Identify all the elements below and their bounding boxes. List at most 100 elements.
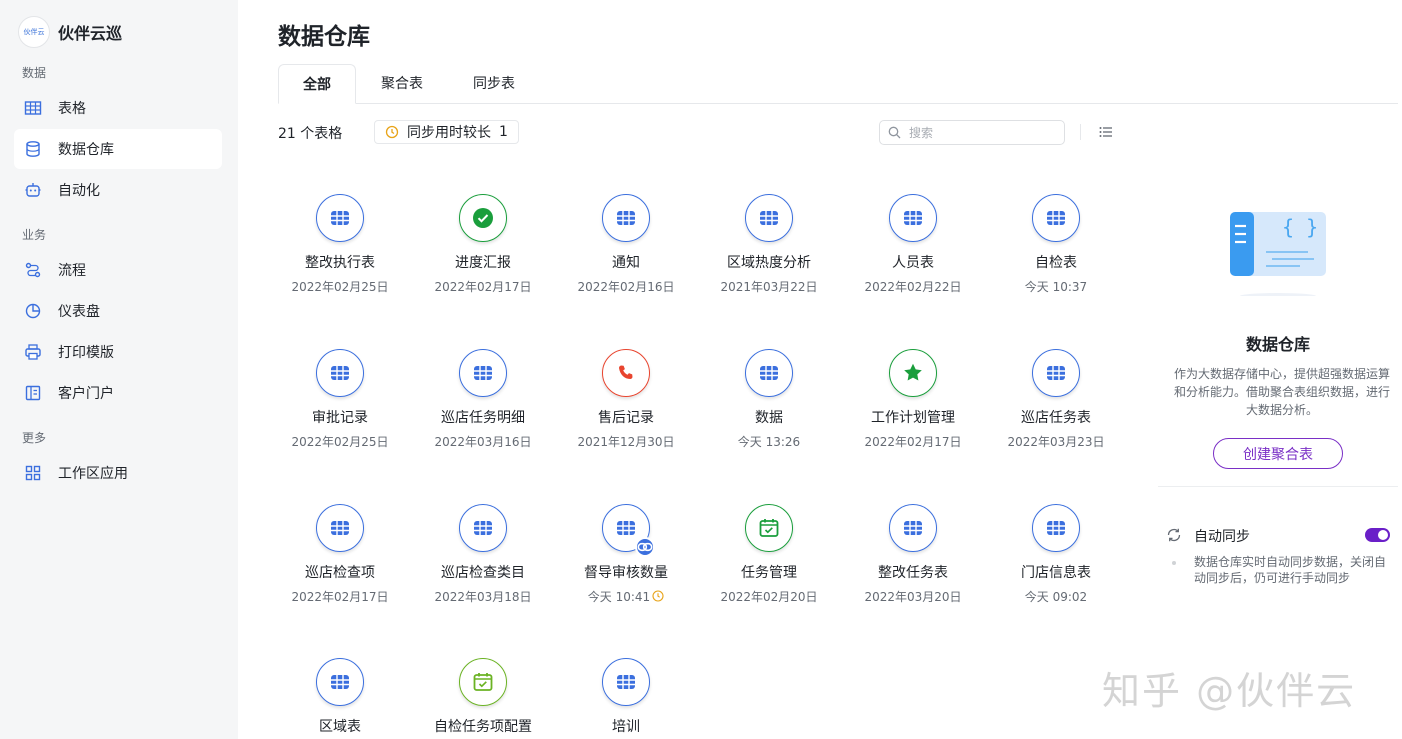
- logo-text: 伙伴云: [23, 28, 45, 36]
- table-icon-circle: [602, 658, 650, 706]
- sidebar-item-label: 数据仓库: [58, 142, 114, 158]
- table-card[interactable]: 自检任务项配置: [423, 658, 543, 736]
- table-card[interactable]: 进度汇报 2022年02月17日: [423, 194, 543, 295]
- sidebar-item-automation[interactable]: 自动化: [14, 170, 222, 210]
- printer-icon: [25, 344, 41, 360]
- sidebar-item-table[interactable]: 表格: [14, 88, 222, 128]
- tab-bar: 全部 聚合表 同步表: [278, 64, 1398, 104]
- table-icon-circle: [745, 194, 793, 242]
- table-name: 进度汇报: [455, 255, 511, 271]
- app-name: 伙伴云巡: [58, 24, 123, 43]
- table-icon-circle: [316, 349, 364, 397]
- table-name: 通知: [612, 255, 640, 271]
- sidebar-item-dashboard[interactable]: 仪表盘: [14, 291, 222, 331]
- table-date-text: 今天 10:41: [587, 590, 651, 604]
- table-icon-circle: [745, 349, 793, 397]
- table-date: 2022年03月23日: [1007, 435, 1105, 449]
- table-icon-circle: [602, 194, 650, 242]
- grid-icon: [617, 211, 635, 225]
- sidebar-item-customer-portal[interactable]: 客户门户: [14, 373, 222, 413]
- table-card[interactable]: 整改执行表 2022年02月25日: [280, 194, 400, 295]
- calendar-check-icon: [473, 673, 493, 691]
- table-card[interactable]: 审批记录 2022年02月25日: [280, 349, 400, 450]
- table-card[interactable]: 门店信息表 今天 09:02: [996, 504, 1116, 605]
- tab-aggregate[interactable]: 聚合表: [381, 64, 423, 104]
- grid-icon: [331, 366, 349, 380]
- sidebar-item-label: 客户门户: [58, 386, 114, 402]
- table-card[interactable]: 督导审核数量 今天 10:41: [566, 504, 686, 605]
- table-card[interactable]: 自检表 今天 10:37: [996, 194, 1116, 295]
- table-card[interactable]: 区域热度分析 2021年03月22日: [709, 194, 829, 295]
- table-name: 整改任务表: [878, 565, 948, 581]
- grid-icon: [904, 521, 922, 535]
- phone-icon: [619, 365, 633, 379]
- robot-icon: [25, 183, 41, 197]
- database-icon: [26, 141, 40, 157]
- grid-icon: [1047, 521, 1065, 535]
- auto-sync-description: 数据仓库实时自动同步数据，关闭自动同步后，仍可进行手动同步: [1194, 555, 1387, 585]
- table-icon-circle: [459, 658, 507, 706]
- brand[interactable]: 伙伴云 伙伴云巡: [18, 16, 122, 48]
- grid-icon: [617, 521, 635, 535]
- grid-icon: [331, 675, 349, 689]
- table-date: 2022年02月22日: [864, 280, 962, 294]
- table-name: 培训: [612, 719, 640, 735]
- table-date: 2022年02月17日: [434, 280, 532, 294]
- sync-slow-filter[interactable]: 同步用时较长 1: [374, 120, 519, 144]
- table-name: 自检任务项配置: [434, 719, 532, 735]
- table-icon-circle: [459, 349, 507, 397]
- table-card[interactable]: 区域表: [280, 658, 400, 736]
- table-card[interactable]: 通知 2022年02月16日: [566, 194, 686, 295]
- auto-sync-label: 自动同步: [1194, 529, 1250, 545]
- table-name: 审批记录: [312, 410, 368, 426]
- table-name: 人员表: [892, 255, 934, 271]
- table-card[interactable]: 培训: [566, 658, 686, 736]
- table-card[interactable]: 巡店检查类目 2022年03月18日: [423, 504, 543, 605]
- sidebar-item-label: 流程: [58, 263, 86, 279]
- table-name: 区域热度分析: [727, 255, 811, 271]
- sidebar-item-label: 自动化: [58, 183, 100, 199]
- table-card[interactable]: 巡店任务表 2022年03月23日: [996, 349, 1116, 450]
- sidebar-item-workspace-apps[interactable]: 工作区应用: [14, 453, 222, 493]
- table-date: 2022年02月17日: [864, 435, 962, 449]
- table-icon-circle: [1032, 349, 1080, 397]
- sidebar-item-workflow[interactable]: 流程: [14, 250, 222, 290]
- search-input[interactable]: 搜索: [879, 120, 1065, 145]
- grid-icon: [1047, 211, 1065, 225]
- sidebar-item-label: 表格: [58, 101, 86, 117]
- table-card[interactable]: 人员表 2022年02月22日: [853, 194, 973, 295]
- tab-sync[interactable]: 同步表: [473, 64, 515, 104]
- sync-chip-label: 同步用时较长: [407, 125, 491, 141]
- table-name: 区域表: [319, 719, 361, 735]
- check-circle-icon: [473, 208, 493, 228]
- tab-all[interactable]: 全部: [278, 64, 356, 104]
- auto-sync-toggle[interactable]: [1365, 528, 1390, 542]
- table-name: 督导审核数量: [584, 565, 668, 581]
- grid-icon: [331, 211, 349, 225]
- panel-divider: [1158, 486, 1398, 487]
- table-card[interactable]: 工作计划管理 2022年02月17日: [853, 349, 973, 450]
- table-icon-circle: [459, 194, 507, 242]
- table-card[interactable]: 数据 今天 13:26: [709, 349, 829, 450]
- sidebar-item-print-template[interactable]: 打印模版: [14, 332, 222, 372]
- create-aggregate-button[interactable]: 创建聚合表: [1213, 438, 1343, 469]
- table-card[interactable]: 任务管理 2022年02月20日: [709, 504, 829, 605]
- table-date: 2022年03月18日: [434, 590, 532, 604]
- table-card[interactable]: 巡店检查项 2022年02月17日: [280, 504, 400, 605]
- apps-icon: [25, 465, 41, 481]
- table-icon-circle: [889, 349, 937, 397]
- star-icon: [904, 363, 922, 381]
- grid-icon: [617, 675, 635, 689]
- page-title: 数据仓库: [278, 24, 370, 50]
- list-view-icon[interactable]: [1098, 124, 1114, 140]
- table-date: 今天 13:26: [737, 435, 801, 449]
- table-card[interactable]: 整改任务表 2022年03月20日: [853, 504, 973, 605]
- section-label-business: 业务: [22, 228, 47, 242]
- sidebar-item-warehouse[interactable]: 数据仓库: [14, 129, 222, 169]
- table-card[interactable]: 巡店任务明细 2022年03月16日: [423, 349, 543, 450]
- table-icon: [24, 101, 42, 115]
- table-date: 2021年03月22日: [720, 280, 818, 294]
- section-label-data: 数据: [22, 66, 47, 80]
- table-date: 2022年02月25日: [291, 280, 389, 294]
- table-card[interactable]: 售后记录 2021年12月30日: [566, 349, 686, 450]
